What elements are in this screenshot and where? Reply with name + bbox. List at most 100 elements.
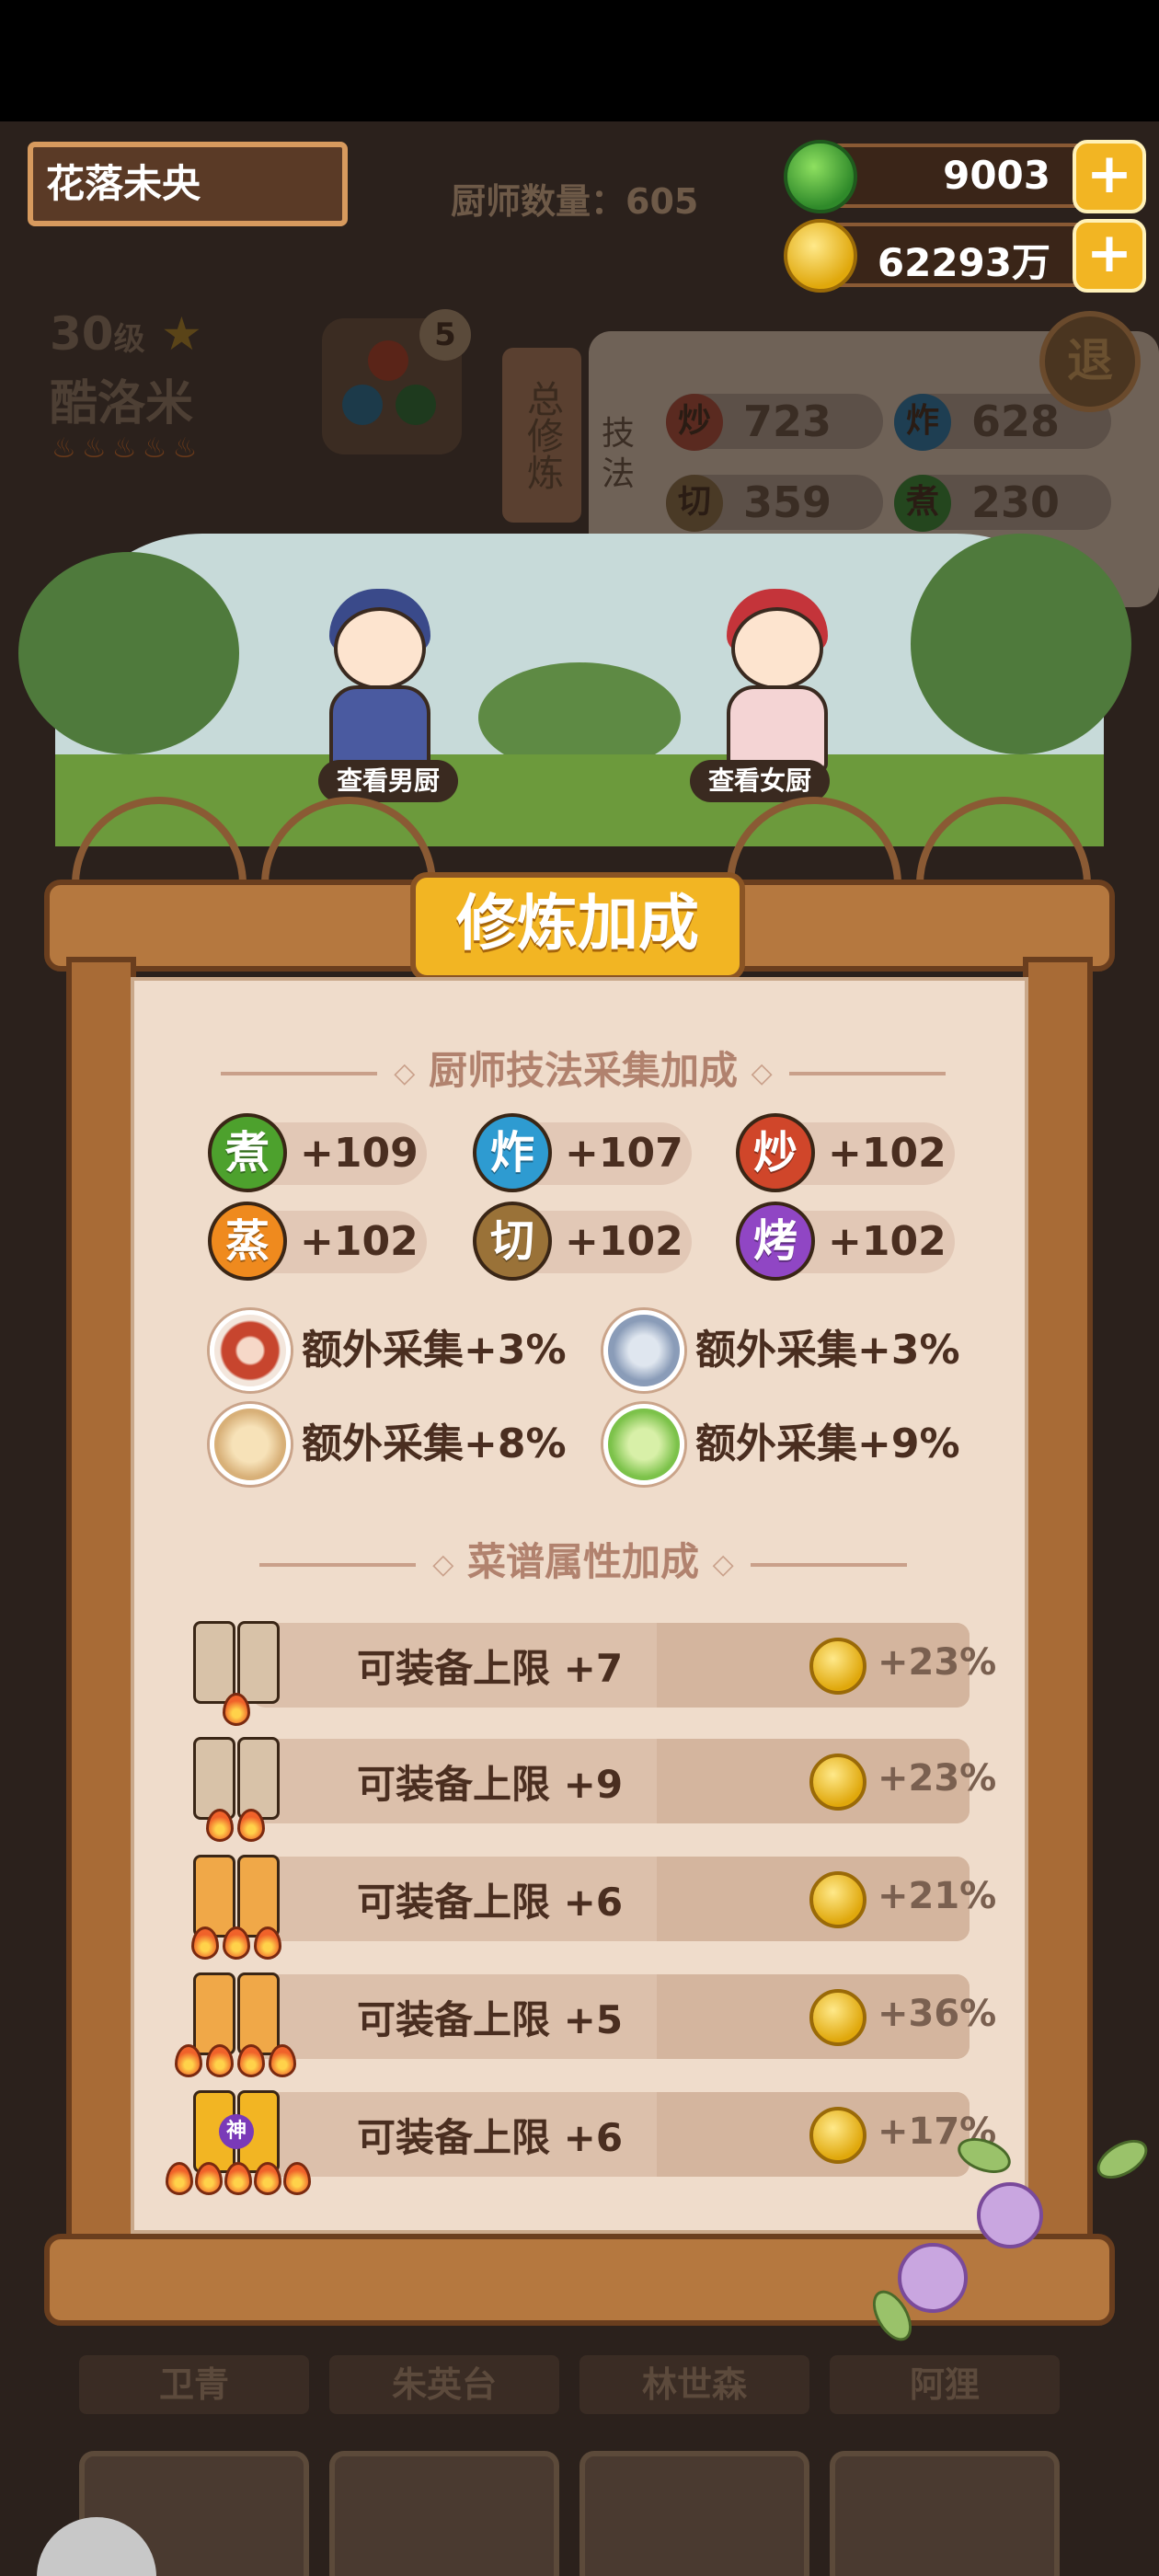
equip-limit-label: 可装备上限 +6 bbox=[357, 1880, 624, 1925]
boil-icon: 煮 bbox=[894, 475, 951, 532]
divider-line bbox=[221, 1071, 378, 1075]
skill-deepfry: 炸 +107 bbox=[473, 1113, 692, 1192]
extra-meat: 额外采集+3% bbox=[210, 1310, 567, 1391]
stat-value: 230 bbox=[971, 477, 1061, 527]
flame-icon bbox=[195, 2162, 223, 2195]
screen: 花落未央 厨师数量：605 9003 + 62293万 + 30级 ★ 酷洛米 … bbox=[0, 0, 1159, 2576]
skill-section-title: 厨师技法采集加成 bbox=[428, 1048, 738, 1093]
flame-icon bbox=[254, 1926, 281, 1960]
steam-icon: 蒸 bbox=[208, 1202, 287, 1281]
recipe-scroll-icon bbox=[188, 1851, 285, 1960]
recipe-section-title: 菜谱属性加成 bbox=[466, 1539, 699, 1584]
scroll-icon bbox=[193, 1737, 235, 1820]
stirfry-icon: 炒 bbox=[666, 394, 723, 451]
meat-icon bbox=[210, 1310, 291, 1391]
equip-limit-label: 可装备上限 +9 bbox=[357, 1762, 624, 1807]
view-female-chef-button[interactable]: 查看女厨 bbox=[690, 760, 831, 802]
skill-boil: 煮 +109 bbox=[208, 1113, 427, 1192]
flame-icon bbox=[166, 2162, 193, 2195]
male-face bbox=[334, 607, 426, 690]
chef-name-tab: 阿狸 bbox=[830, 2355, 1060, 2414]
stat-stirfry: 炒 723 bbox=[666, 394, 883, 451]
coin-bonus: +36% bbox=[878, 1993, 997, 2035]
stat-value: 359 bbox=[743, 477, 832, 527]
add-jade-button[interactable]: + bbox=[1073, 140, 1146, 213]
coin-icon bbox=[809, 1989, 866, 2046]
flower-decoration bbox=[898, 2243, 968, 2313]
chef-portrait-card bbox=[580, 2451, 809, 2576]
add-coins-button[interactable]: + bbox=[1073, 219, 1146, 293]
skill-value: +109 bbox=[300, 1130, 419, 1177]
deepfry-icon: 炸 bbox=[894, 394, 951, 451]
stat-cut: 切 359 bbox=[666, 475, 883, 532]
extra-label: 额外采集+9% bbox=[695, 1420, 960, 1467]
flame-icon bbox=[206, 2044, 234, 2077]
scroll-icon bbox=[237, 1737, 280, 1820]
chef-name-tab: 林世森 bbox=[580, 2355, 809, 2414]
skill-stirfry: 炒 +102 bbox=[736, 1113, 955, 1192]
female-face bbox=[731, 607, 823, 690]
recipe-row-tier5: 神 可装备上限 +6 +17% bbox=[166, 2087, 996, 2195]
status-bar bbox=[0, 0, 1159, 121]
diamond-ornament-icon: ◇ bbox=[712, 1548, 734, 1581]
recipe-scroll-icon bbox=[188, 1733, 285, 1842]
flame-icon bbox=[237, 1809, 265, 1842]
skill-roast: 烤 +102 bbox=[736, 1202, 955, 1281]
flame-icon bbox=[269, 2044, 296, 2077]
coin-icon bbox=[809, 1871, 866, 1928]
cut-icon: 切 bbox=[666, 475, 723, 532]
recipe-row-tier4: 可装备上限 +5 +36% bbox=[175, 1969, 996, 2077]
green-dot-icon bbox=[396, 385, 436, 425]
view-male-chef-button[interactable]: 查看男厨 bbox=[318, 760, 459, 802]
coin-counter: 62293万 + bbox=[784, 219, 1146, 293]
recipe-scroll-icon bbox=[175, 1969, 296, 2077]
chef-name: 酷洛米 bbox=[50, 376, 194, 431]
cut-icon: 切 bbox=[473, 1202, 552, 1281]
player-name[interactable]: 花落未央 bbox=[28, 142, 348, 226]
recipe-row-tier2: 可装备上限 +9 +23% bbox=[188, 1733, 996, 1842]
female-chef[interactable] bbox=[708, 589, 846, 773]
flour-icon bbox=[210, 1404, 291, 1485]
male-chef[interactable] bbox=[311, 589, 449, 773]
deepfry-icon: 炸 bbox=[473, 1113, 552, 1192]
jade-value: 9003 bbox=[943, 153, 1050, 198]
skill-section-header: ◇ 厨师技法采集加成 ◇ bbox=[134, 1040, 1032, 1096]
vegetable-icon bbox=[603, 1404, 684, 1485]
scroll-icon bbox=[237, 1855, 280, 1938]
chef-name-tab: 卫青 bbox=[79, 2355, 309, 2414]
panel-frame-left bbox=[66, 957, 136, 2263]
scroll-icon bbox=[237, 1972, 280, 2055]
total-training-tag: 总修炼 bbox=[502, 348, 581, 523]
recipe-row-tier3: 可装备上限 +6 +21% bbox=[188, 1851, 996, 1960]
extra-fish: 额外采集+3% bbox=[603, 1310, 960, 1391]
extra-label: 额外采集+8% bbox=[302, 1420, 567, 1467]
flame-icon bbox=[223, 1693, 250, 1726]
divine-badge-icon: 神 bbox=[219, 2114, 254, 2149]
coin-icon bbox=[784, 219, 857, 293]
skill-value: +102 bbox=[828, 1130, 947, 1177]
flame-icon bbox=[175, 2044, 202, 2077]
return-button[interactable]: 退 bbox=[1039, 311, 1141, 412]
divider-line bbox=[259, 1562, 417, 1567]
chef-portrait-card bbox=[830, 2451, 1060, 2576]
recipe-row-tier1: 可装备上限 +7 +23% bbox=[188, 1617, 996, 1726]
flame-icon bbox=[254, 2162, 281, 2195]
skill-value: +102 bbox=[300, 1218, 419, 1265]
equip-limit-label: 可装备上限 +7 bbox=[357, 1646, 624, 1691]
extra-label: 额外采集+3% bbox=[695, 1327, 960, 1374]
skill-value: +102 bbox=[565, 1218, 683, 1265]
coin-icon bbox=[809, 2107, 866, 2164]
blue-dot-icon bbox=[342, 385, 383, 425]
chef-level: 30级 ★ bbox=[50, 307, 202, 361]
scroll-icon bbox=[193, 1972, 235, 2055]
equip-limit-label: 可装备上限 +6 bbox=[357, 2115, 624, 2160]
flame-icon bbox=[223, 1926, 250, 1960]
badge-count: 5 bbox=[419, 309, 471, 361]
coin-bonus: +21% bbox=[878, 1875, 997, 1917]
flower-decoration bbox=[977, 2182, 1043, 2248]
diamond-ornament-icon: ◇ bbox=[394, 1057, 416, 1089]
recipe-section-header: ◇ 菜谱属性加成 ◇ bbox=[134, 1531, 1032, 1587]
skill-steam: 蒸 +102 bbox=[208, 1202, 427, 1281]
diamond-ornament-icon: ◇ bbox=[751, 1057, 773, 1089]
tree-right bbox=[911, 534, 1131, 754]
